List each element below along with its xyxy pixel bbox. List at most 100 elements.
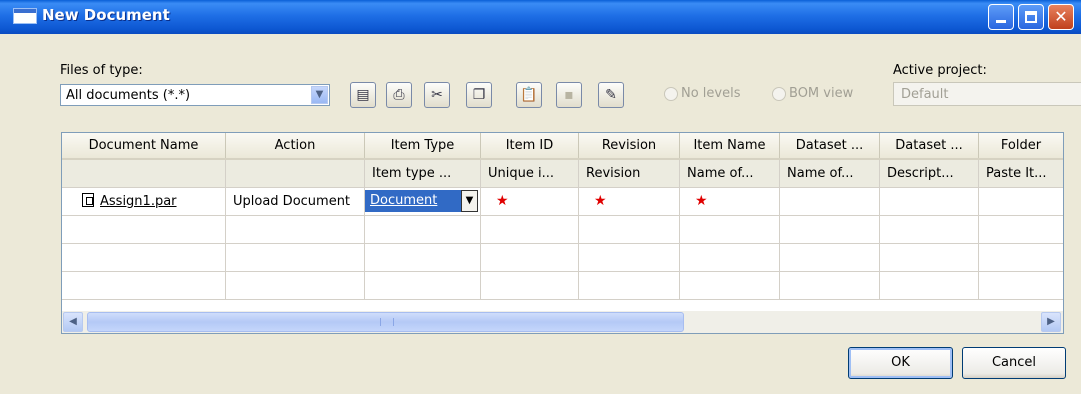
scrollbar-thumb[interactable] bbox=[87, 312, 684, 332]
window-icon bbox=[13, 8, 37, 24]
column-header-action[interactable]: Action bbox=[226, 133, 365, 158]
maximize-button[interactable] bbox=[1018, 4, 1044, 30]
column-header-revision[interactable]: Revision bbox=[579, 133, 680, 158]
empty-row[interactable] bbox=[62, 216, 1063, 244]
empty-cell bbox=[226, 216, 365, 243]
revision-cell[interactable]: ★ bbox=[579, 188, 680, 215]
active-project-label: Active project: bbox=[893, 63, 987, 78]
empty-cell bbox=[481, 244, 579, 271]
print-icon: ⎙ bbox=[393, 87, 405, 103]
empty-cell bbox=[780, 216, 880, 243]
sub-header-cell: Unique i... bbox=[481, 160, 579, 187]
chevron-down-icon[interactable]: ▼ bbox=[311, 86, 328, 104]
empty-cell bbox=[780, 244, 880, 271]
empty-cell bbox=[226, 244, 365, 271]
sub-header-cell: Revision bbox=[579, 160, 680, 187]
empty-cell bbox=[880, 216, 979, 243]
no-levels-radio[interactable]: No levels bbox=[664, 86, 741, 101]
sub-header-row: Item type ... Unique i... Revision Name … bbox=[62, 160, 1063, 188]
window-title: New Document bbox=[42, 6, 170, 24]
empty-row[interactable] bbox=[62, 244, 1063, 272]
empty-cell bbox=[365, 216, 481, 243]
empty-cell bbox=[481, 216, 579, 243]
chevron-left-icon: ◀ bbox=[69, 316, 77, 327]
column-header-item-id[interactable]: Item ID bbox=[481, 133, 579, 158]
paste-button[interactable]: 📋 bbox=[516, 82, 542, 108]
empty-cell bbox=[880, 244, 979, 271]
close-button[interactable]: ✕ bbox=[1048, 4, 1074, 30]
disabled-tool-icon: ▪ bbox=[564, 87, 574, 103]
disabled-tool-button[interactable]: ▪ bbox=[556, 82, 582, 108]
empty-cell bbox=[780, 272, 880, 299]
ok-button[interactable]: OK bbox=[848, 347, 953, 379]
empty-cell bbox=[979, 272, 1063, 299]
scroll-right-button[interactable]: ▶ bbox=[1041, 312, 1061, 332]
files-of-type-dropdown[interactable]: All documents (*.*) ▼ bbox=[60, 84, 330, 106]
empty-cell bbox=[365, 244, 481, 271]
empty-row[interactable] bbox=[62, 272, 1063, 300]
cut-button[interactable]: ✂ bbox=[424, 82, 450, 108]
sub-header-cell bbox=[62, 160, 226, 187]
empty-cell bbox=[62, 244, 226, 271]
empty-cell bbox=[481, 272, 579, 299]
action-cell: Upload Document bbox=[226, 188, 365, 215]
title-bar[interactable]: New Document ✕ bbox=[0, 0, 1081, 34]
column-header-item-name[interactable]: Item Name bbox=[680, 133, 780, 158]
cut-icon: ✂ bbox=[431, 87, 443, 103]
column-header-folder[interactable]: Folder bbox=[979, 133, 1063, 158]
column-header-dataset-1[interactable]: Dataset ... bbox=[780, 133, 880, 158]
column-header-dataset-2[interactable]: Dataset ... bbox=[880, 133, 979, 158]
grip-icon bbox=[380, 318, 394, 326]
copy-button[interactable]: ❐ bbox=[466, 82, 492, 108]
cancel-button[interactable]: Cancel bbox=[962, 347, 1066, 379]
folder-cell[interactable] bbox=[979, 188, 1063, 215]
close-icon: ✕ bbox=[1054, 7, 1068, 26]
item-id-cell[interactable]: ★ bbox=[481, 188, 579, 215]
required-star-icon: ★ bbox=[594, 193, 607, 209]
new-document-dialog: New Document ✕ Files of type: All docume… bbox=[0, 0, 1081, 394]
bom-view-label: BOM view bbox=[789, 86, 854, 101]
active-project-field[interactable]: Default bbox=[893, 82, 1081, 106]
empty-cell bbox=[579, 216, 680, 243]
item-type-dropdown-icon[interactable]: ▼ bbox=[461, 190, 478, 212]
dataset-name-cell[interactable] bbox=[780, 188, 880, 215]
document-name-cell[interactable]: Assign1.par bbox=[62, 188, 226, 215]
required-star-icon: ★ bbox=[496, 193, 509, 209]
empty-cell bbox=[62, 216, 226, 243]
dataset-description-cell[interactable] bbox=[880, 188, 979, 215]
item-type-value[interactable]: Document bbox=[365, 190, 461, 212]
scroll-left-button[interactable]: ◀ bbox=[63, 312, 83, 332]
files-of-type-label: Files of type: bbox=[60, 63, 143, 78]
horizontal-scrollbar[interactable]: ◀ ▶ bbox=[62, 311, 1063, 333]
empty-cell bbox=[880, 272, 979, 299]
edit-button[interactable]: ✎ bbox=[598, 82, 624, 108]
radio-circle bbox=[772, 86, 786, 101]
sub-header-cell bbox=[226, 160, 365, 187]
table-row[interactable]: Assign1.par Upload Document Document ▼ ★… bbox=[62, 188, 1063, 216]
empty-cell bbox=[979, 216, 1063, 243]
sub-header-cell: Name of... bbox=[780, 160, 880, 187]
bom-view-radio[interactable]: BOM view bbox=[772, 86, 853, 101]
empty-cell bbox=[979, 244, 1063, 271]
sub-header-cell: Item type ... bbox=[365, 160, 481, 187]
copy-icon: ❐ bbox=[472, 87, 486, 103]
empty-cell bbox=[226, 272, 365, 299]
paste-icon: 📋 bbox=[520, 87, 538, 103]
column-header-document-name[interactable]: Document Name bbox=[62, 133, 226, 158]
document-file-icon bbox=[82, 192, 94, 207]
item-type-cell[interactable]: Document ▼ bbox=[365, 188, 481, 215]
minimize-button[interactable] bbox=[988, 4, 1014, 30]
documents-grid[interactable]: Document Name Action Item Type Item ID R… bbox=[61, 132, 1064, 334]
empty-cell bbox=[579, 272, 680, 299]
radio-circle bbox=[664, 86, 678, 101]
active-project-value: Default bbox=[901, 87, 949, 102]
edit-icon: ✎ bbox=[605, 87, 617, 103]
print-button[interactable]: ⎙ bbox=[386, 82, 412, 108]
document-name-link[interactable]: Assign1.par bbox=[100, 194, 177, 209]
item-name-cell[interactable]: ★ bbox=[680, 188, 780, 215]
sub-header-cell: Descript... bbox=[880, 160, 979, 187]
column-header-item-type[interactable]: Item Type bbox=[365, 133, 481, 158]
properties-button[interactable]: ▤ bbox=[350, 82, 376, 108]
empty-cell bbox=[680, 244, 780, 271]
empty-cell bbox=[365, 272, 481, 299]
